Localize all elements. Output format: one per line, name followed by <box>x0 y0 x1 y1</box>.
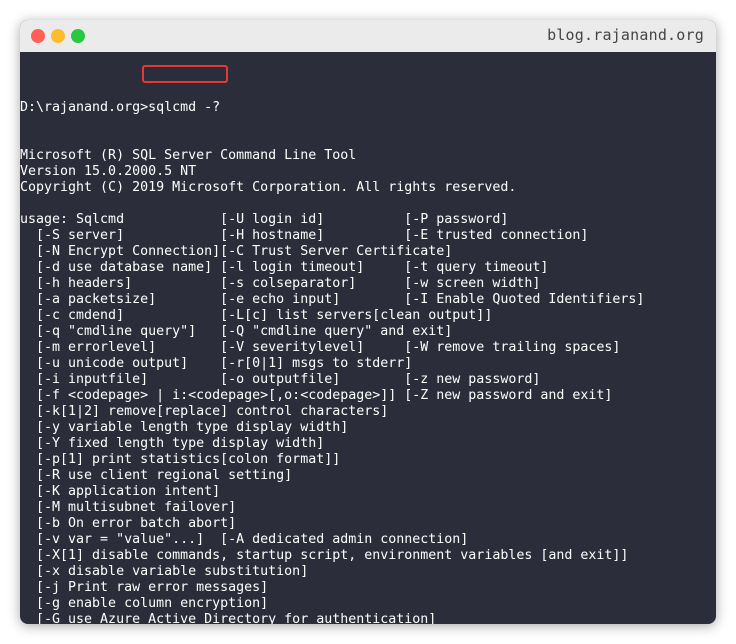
output-line: Version 15.0.2000.5 NT <box>20 164 197 179</box>
output-line: [-x disable variable substitution] <box>20 564 309 579</box>
maximize-window-button[interactable] <box>71 29 85 43</box>
output-line: [-k[1|2] remove[replace] control charact… <box>20 404 389 419</box>
output-line: [-j Print raw error messages] <box>20 580 269 595</box>
output-line: [-Y fixed length type display width] <box>20 436 325 451</box>
output-line: [-X[1] disable commands, startup script,… <box>20 548 629 563</box>
output-line: [-u unicode output] [-r[0|1] msgs to std… <box>20 356 413 371</box>
title-bar: blog.rajanand.org <box>20 20 716 52</box>
close-window-button[interactable] <box>31 29 45 43</box>
output-line: [-h headers] [-s colseparator] [-w scree… <box>20 276 541 291</box>
output-line: [-q "cmdline query"] [-Q "cmdline query"… <box>20 324 453 339</box>
output-line: [-p[1] print statistics[colon format]] <box>20 452 341 467</box>
minimize-window-button[interactable] <box>51 29 65 43</box>
prompt: D:\rajanand.org> <box>20 100 149 115</box>
output-line: Copyright (C) 2019 Microsoft Corporation… <box>20 180 517 195</box>
output-line: [-M multisubnet failover] <box>20 500 237 515</box>
output-line: [-y variable length type display width] <box>20 420 349 435</box>
output-line: [-i inputfile] [-o outputfile] [-z new p… <box>20 372 541 387</box>
terminal-output[interactable]: D:\rajanand.org>sqlcmd -? Microsoft (R) … <box>20 68 716 624</box>
output-line: [-K application intent] <box>20 484 221 499</box>
output-line: [-m errorlevel] [-V severitylevel] [-W r… <box>20 340 621 355</box>
output-line: [-N Encrypt Connection][-C Trust Server … <box>20 244 453 259</box>
output-line: [-R use client regional setting] <box>20 468 293 483</box>
output-line: [-G use Azure Active Directory for authe… <box>20 612 437 624</box>
output-line: [-d use database name] [-l login timeout… <box>20 260 549 275</box>
output-line: [-g enable column encryption] <box>20 596 269 611</box>
output-line: [-c cmdend] [-L[c] list servers[clean ou… <box>20 308 493 323</box>
command-line: D:\rajanand.org>sqlcmd -? <box>20 100 716 116</box>
entered-command: sqlcmd -? <box>148 100 221 115</box>
output-line: usage: Sqlcmd [-U login id] [-P password… <box>20 212 509 227</box>
output-line: Microsoft (R) SQL Server Command Line To… <box>20 148 357 163</box>
output-line: [-S server] [-H hostname] [-E trusted co… <box>20 228 589 243</box>
output-line: [-f <codepage> | i:<codepage>[,o:<codepa… <box>20 388 613 403</box>
output-line: [-b On error batch abort] <box>20 516 237 531</box>
output-line: [-v var = "value"...] [-A dedicated admi… <box>20 532 469 547</box>
terminal-window: blog.rajanand.org D:\rajanand.org>sqlcmd… <box>20 20 716 624</box>
window-title: blog.rajanand.org <box>547 26 704 44</box>
output-line: [-a packetsize] [-e echo input] [-I Enab… <box>20 292 645 307</box>
